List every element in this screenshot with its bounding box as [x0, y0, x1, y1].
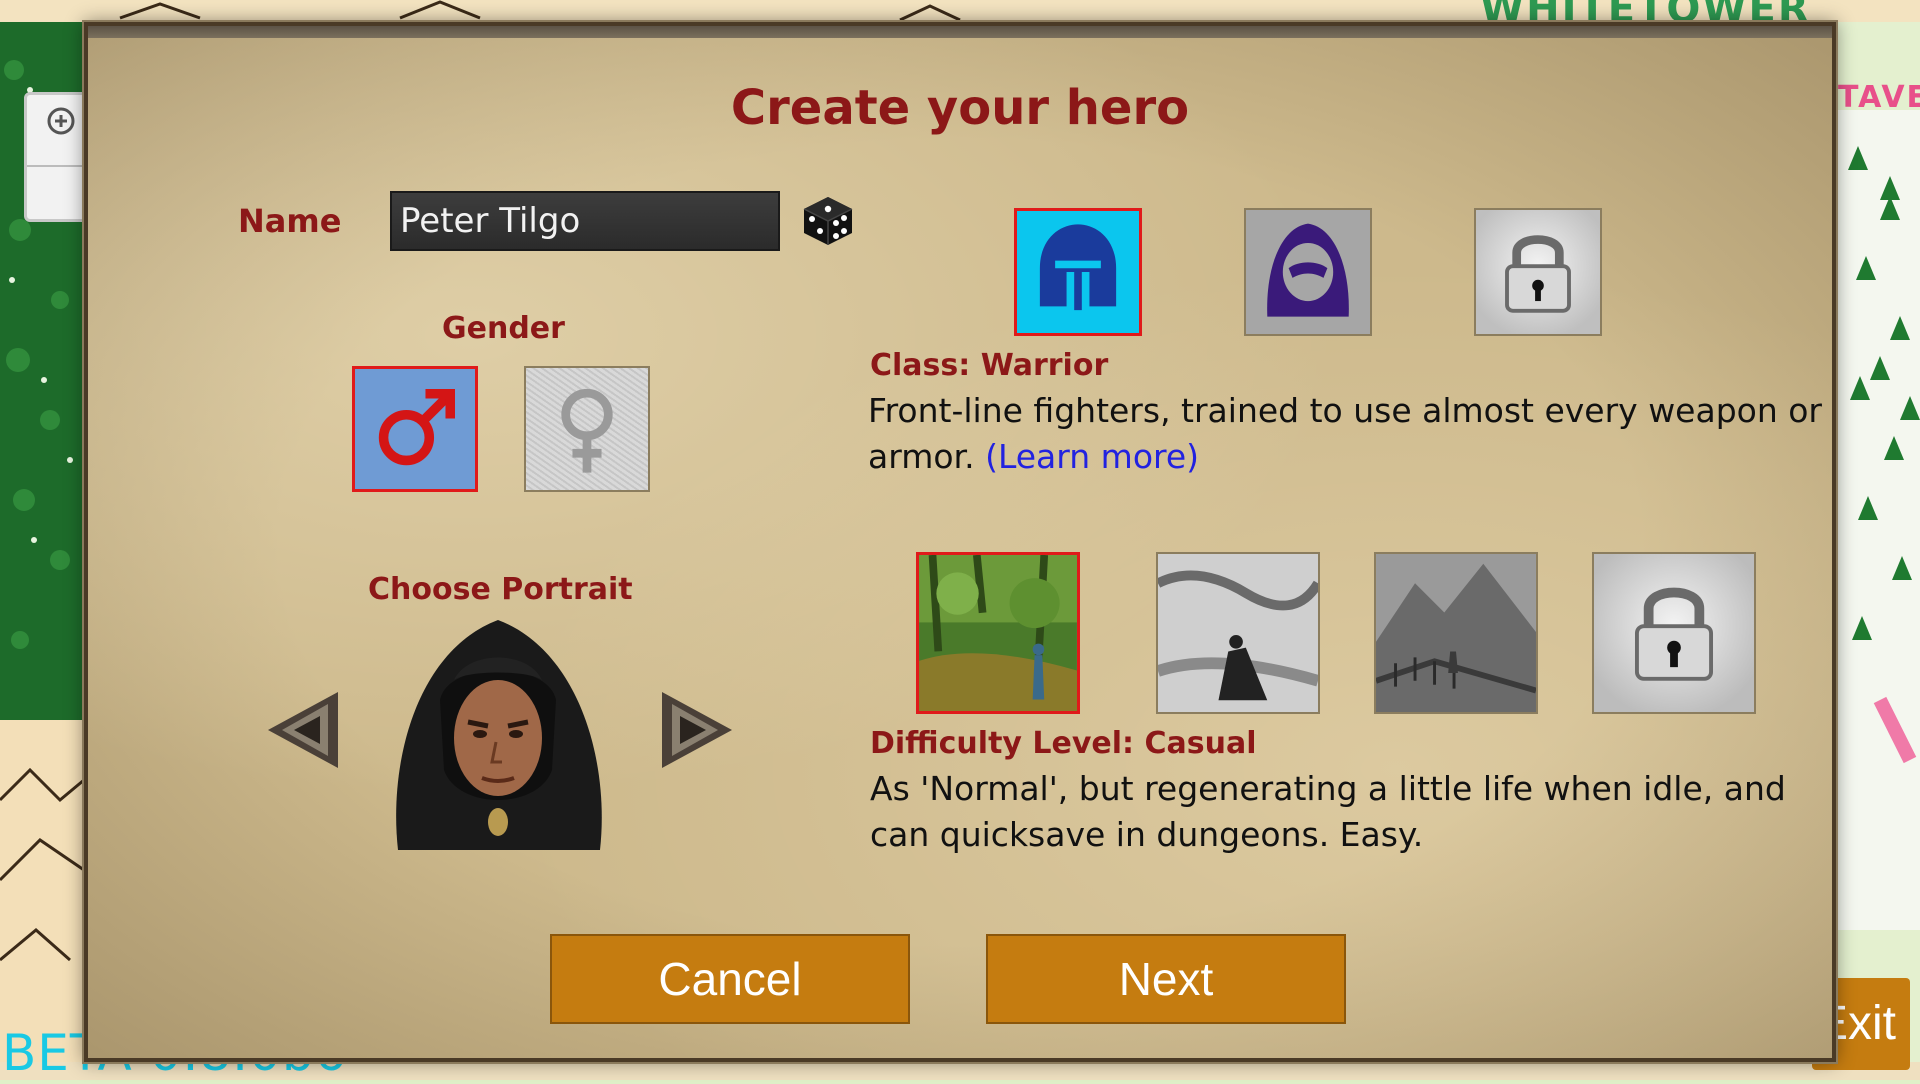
- name-label: Name: [238, 202, 342, 240]
- class-description: Front-line fighters, trained to use almo…: [868, 388, 1828, 480]
- hooded-figure-icon: [1267, 223, 1349, 317]
- class-locked-button[interactable]: [1474, 208, 1602, 336]
- dialog-frame-top: [88, 26, 1832, 38]
- map-location-label: TAVERN: [1838, 80, 1920, 115]
- female-gender-button[interactable]: [524, 366, 650, 492]
- storm-scene-icon: [1158, 554, 1318, 712]
- hero-name-input[interactable]: [390, 191, 780, 251]
- dice-icon[interactable]: [800, 193, 856, 249]
- portrait-label: Choose Portrait: [368, 572, 633, 607]
- class-rogue-button[interactable]: [1244, 208, 1372, 336]
- male-gender-button[interactable]: [352, 366, 478, 492]
- class-warrior-button[interactable]: [1014, 208, 1142, 336]
- male-symbol-icon: [378, 389, 455, 466]
- next-button[interactable]: Next: [986, 934, 1346, 1024]
- gender-label: Gender: [442, 311, 565, 346]
- difficulty-description: As 'Normal', but regenerating a little l…: [870, 769, 1786, 854]
- zoom-in-icon[interactable]: [47, 107, 75, 135]
- helmet-icon: [1039, 224, 1117, 311]
- zoom-divider: [27, 165, 87, 167]
- difficulty-casual-button[interactable]: [916, 552, 1080, 714]
- learn-more-link[interactable]: (Learn more): [985, 437, 1199, 476]
- difficulty-locked-button[interactable]: [1592, 552, 1756, 714]
- difficulty-normal-button[interactable]: [1156, 552, 1320, 714]
- left-arrow-icon[interactable]: [262, 688, 342, 772]
- forest-scene-icon: [919, 555, 1077, 711]
- padlock-icon: [1505, 235, 1571, 313]
- right-arrow-icon[interactable]: [658, 688, 738, 772]
- difficulty-title: Difficulty Level: Casual: [870, 726, 1257, 761]
- difficulty-hard-button[interactable]: [1374, 552, 1538, 714]
- dialog-title: Create your hero: [730, 80, 1190, 136]
- mountain-scene-icon: [1376, 554, 1536, 712]
- hero-portrait: [396, 620, 602, 850]
- padlock-icon: [1634, 587, 1714, 681]
- class-title: Class: Warrior: [870, 348, 1109, 383]
- zoom-control[interactable]: [24, 92, 90, 222]
- female-symbol-icon: [561, 388, 613, 473]
- cancel-button[interactable]: Cancel: [550, 934, 910, 1024]
- create-hero-dialog: Create your hero Name Gender Choose Port…: [84, 22, 1836, 1062]
